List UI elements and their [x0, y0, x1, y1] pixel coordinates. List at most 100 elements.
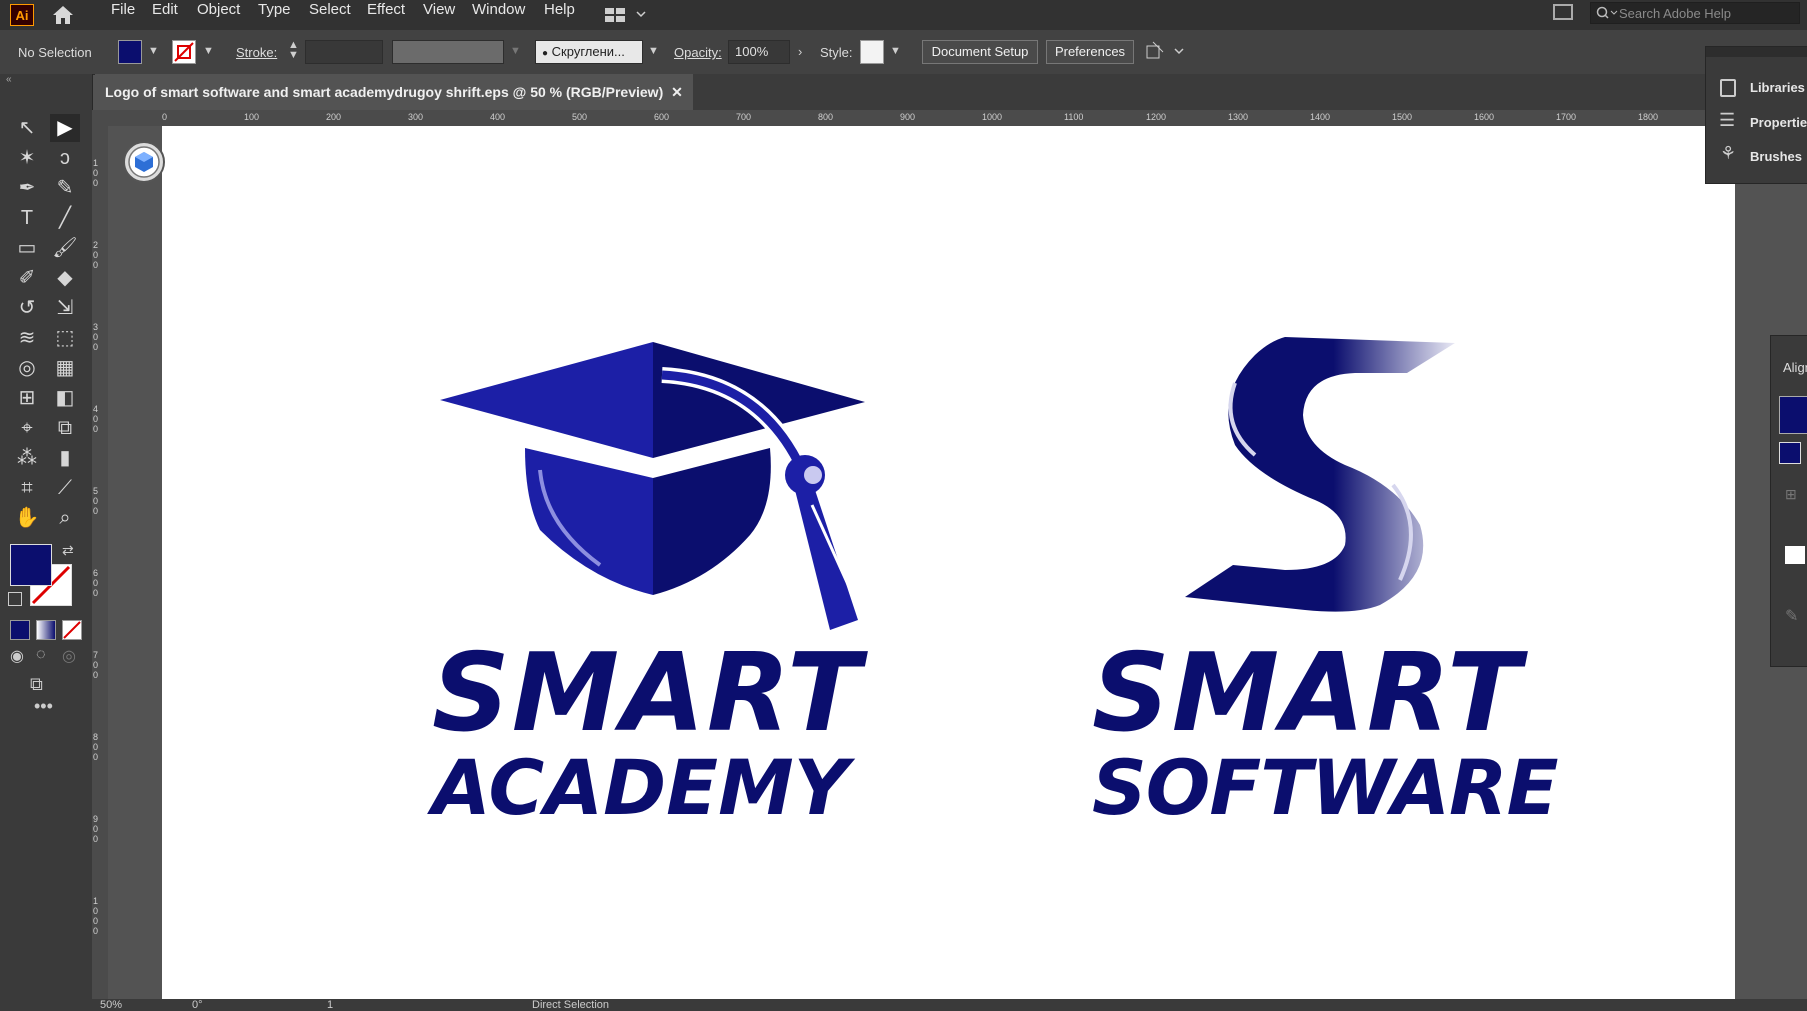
horizontal-ruler[interactable]: 0 100 200 300 400 500 600 700 800 900 10…: [92, 110, 1735, 127]
gradient-mode-icon[interactable]: [36, 620, 56, 640]
variable-width-field[interactable]: [392, 40, 504, 64]
menu-view[interactable]: View: [423, 0, 455, 30]
menu-type[interactable]: Type: [258, 0, 291, 30]
brush-dropdown-icon[interactable]: ▼: [648, 45, 659, 57]
stroke-weight-field[interactable]: [305, 40, 383, 64]
default-colors-icon[interactable]: [8, 592, 22, 606]
shape-builder-tool-icon[interactable]: ◎: [12, 354, 42, 382]
document-tab[interactable]: Logo of smart software and smart academy…: [95, 74, 693, 110]
eraser-tool-icon[interactable]: ◆: [50, 264, 80, 292]
brush-definition-field[interactable]: ● Скруглени...: [535, 40, 643, 64]
scale-tool-icon[interactable]: ⇲: [50, 294, 80, 322]
lasso-tool-icon[interactable]: ↄ: [50, 144, 80, 172]
rotation-value[interactable]: 0°: [192, 999, 203, 1011]
software-title-smart[interactable]: SMART: [1092, 640, 1523, 748]
vertical-ruler[interactable]: 100 200 300 400 500 600 700 800 900 1000: [92, 126, 109, 1011]
variable-width-dropdown-icon[interactable]: ▼: [510, 45, 521, 57]
menu-file[interactable]: File: [111, 0, 135, 30]
zoom-tool-icon[interactable]: ⌕: [50, 504, 80, 532]
academy-title-academy[interactable]: ACADEMY: [432, 750, 849, 826]
opacity-field[interactable]: 100%: [728, 40, 790, 64]
home-icon[interactable]: [50, 4, 76, 26]
graphic-style-swatch[interactable]: [860, 40, 884, 64]
fill-swatch[interactable]: [118, 40, 142, 64]
stroke-label[interactable]: Stroke:: [236, 45, 277, 60]
gradient-tool-icon[interactable]: ◧: [50, 384, 80, 412]
line-tool-icon[interactable]: ╱: [50, 204, 80, 232]
artboard-tool-icon[interactable]: ⌗: [12, 474, 42, 502]
shaper-tool-icon[interactable]: ✐: [12, 264, 42, 292]
graduation-cap-logo[interactable]: [430, 330, 930, 640]
brushes-panel-button[interactable]: Brushes: [1750, 142, 1802, 172]
eyedropper-tool-icon[interactable]: ⌖: [12, 414, 42, 442]
rotate-tool-icon[interactable]: ↺: [12, 294, 42, 322]
menu-select[interactable]: Select: [309, 0, 351, 30]
align-fill-swatch[interactable]: [1779, 442, 1801, 464]
align-panel-title[interactable]: Align: [1783, 360, 1807, 375]
perspective-grid-tool-icon[interactable]: ▦: [50, 354, 80, 382]
width-tool-icon[interactable]: ≋: [12, 324, 42, 352]
properties-panel-button[interactable]: Properties: [1750, 108, 1807, 138]
curvature-tool-icon[interactable]: ✎: [50, 174, 80, 202]
align-distribute-icon[interactable]: ⊞: [1785, 486, 1797, 503]
edit-toolbar-icon[interactable]: •••: [34, 696, 53, 717]
rectangle-tool-icon[interactable]: ▭: [12, 234, 42, 262]
paintbrush-tool-icon[interactable]: 🖌: [50, 234, 80, 262]
fill-color-box[interactable]: [10, 544, 52, 586]
menu-edit[interactable]: Edit: [152, 0, 178, 30]
align-key-object-icon[interactable]: [1785, 546, 1805, 564]
academy-title-smart[interactable]: SMART: [432, 640, 863, 748]
opacity-label[interactable]: Opacity:: [674, 45, 722, 60]
swap-colors-icon[interactable]: ⇄: [62, 542, 74, 559]
color-mode-icon[interactable]: [10, 620, 30, 640]
menu-help[interactable]: Help: [544, 0, 575, 30]
stroke-dropdown-icon[interactable]: ▼: [203, 45, 214, 57]
align-options-icon[interactable]: [1145, 40, 1185, 62]
pen-tool-icon[interactable]: ✒: [12, 174, 42, 202]
draw-inside-icon[interactable]: ◎: [62, 646, 76, 666]
blend-tool-icon[interactable]: ⧉: [50, 414, 80, 442]
ruler-tick: 1400: [1310, 112, 1331, 122]
preferences-button[interactable]: Preferences: [1046, 40, 1134, 64]
magic-wand-tool-icon[interactable]: ✶: [12, 144, 42, 172]
libraries-panel-button[interactable]: Libraries: [1750, 73, 1805, 103]
menu-object[interactable]: Object: [197, 0, 240, 30]
ruler-tick: 500: [93, 486, 99, 516]
zoom-level[interactable]: 50%: [100, 999, 122, 1011]
artboard[interactable]: [162, 126, 1735, 999]
mesh-tool-icon[interactable]: ⊞: [12, 384, 42, 412]
opacity-arrow-icon[interactable]: ›: [798, 44, 802, 59]
document-setup-button[interactable]: Document Setup: [922, 40, 1038, 64]
fill-dropdown-icon[interactable]: ▼: [148, 45, 159, 57]
column-graph-tool-icon[interactable]: ▮: [50, 444, 80, 472]
selection-tool-icon[interactable]: ↖: [12, 114, 42, 142]
type-tool-icon[interactable]: T: [12, 204, 42, 232]
slice-tool-icon[interactable]: ⟋: [50, 474, 80, 502]
direct-selection-tool-icon[interactable]: ▶: [50, 114, 80, 142]
draw-normal-icon[interactable]: ◉: [10, 646, 24, 666]
hand-tool-icon[interactable]: ✋: [12, 504, 42, 532]
artboard-rotate-icon[interactable]: [122, 140, 166, 184]
symbol-sprayer-tool-icon[interactable]: ⁂: [12, 444, 42, 472]
stroke-stepper-icon[interactable]: ▲ ▼: [288, 40, 299, 61]
close-tab-icon[interactable]: ✕: [671, 84, 683, 100]
stroke-swatch[interactable]: [172, 40, 196, 64]
none-mode-icon[interactable]: [62, 620, 82, 640]
eyedropper-icon[interactable]: ✎: [1785, 606, 1798, 626]
style-dropdown-icon[interactable]: ▼: [890, 45, 901, 57]
workspace-switcher-icon[interactable]: [605, 6, 651, 24]
search-input[interactable]: Search Adobe Help: [1590, 2, 1800, 24]
arrange-documents-icon[interactable]: [1553, 4, 1573, 20]
menu-window[interactable]: Window: [472, 0, 525, 30]
artboard-number[interactable]: 1: [327, 999, 333, 1011]
screen-mode-icon[interactable]: ⧉: [30, 674, 43, 695]
s-letter-logo[interactable]: [1185, 335, 1465, 615]
menu-effect[interactable]: Effect: [367, 0, 405, 30]
collapse-panel-icon[interactable]: «: [6, 74, 12, 85]
tassel-fringe: [795, 490, 858, 630]
software-title-software[interactable]: SOFTWARE: [1092, 750, 1558, 826]
draw-behind-icon[interactable]: ◌: [36, 646, 46, 664]
free-transform-tool-icon[interactable]: ⬚: [50, 324, 80, 352]
panel-grip[interactable]: [1706, 47, 1807, 57]
current-tool-status: Direct Selection: [532, 999, 610, 1011]
